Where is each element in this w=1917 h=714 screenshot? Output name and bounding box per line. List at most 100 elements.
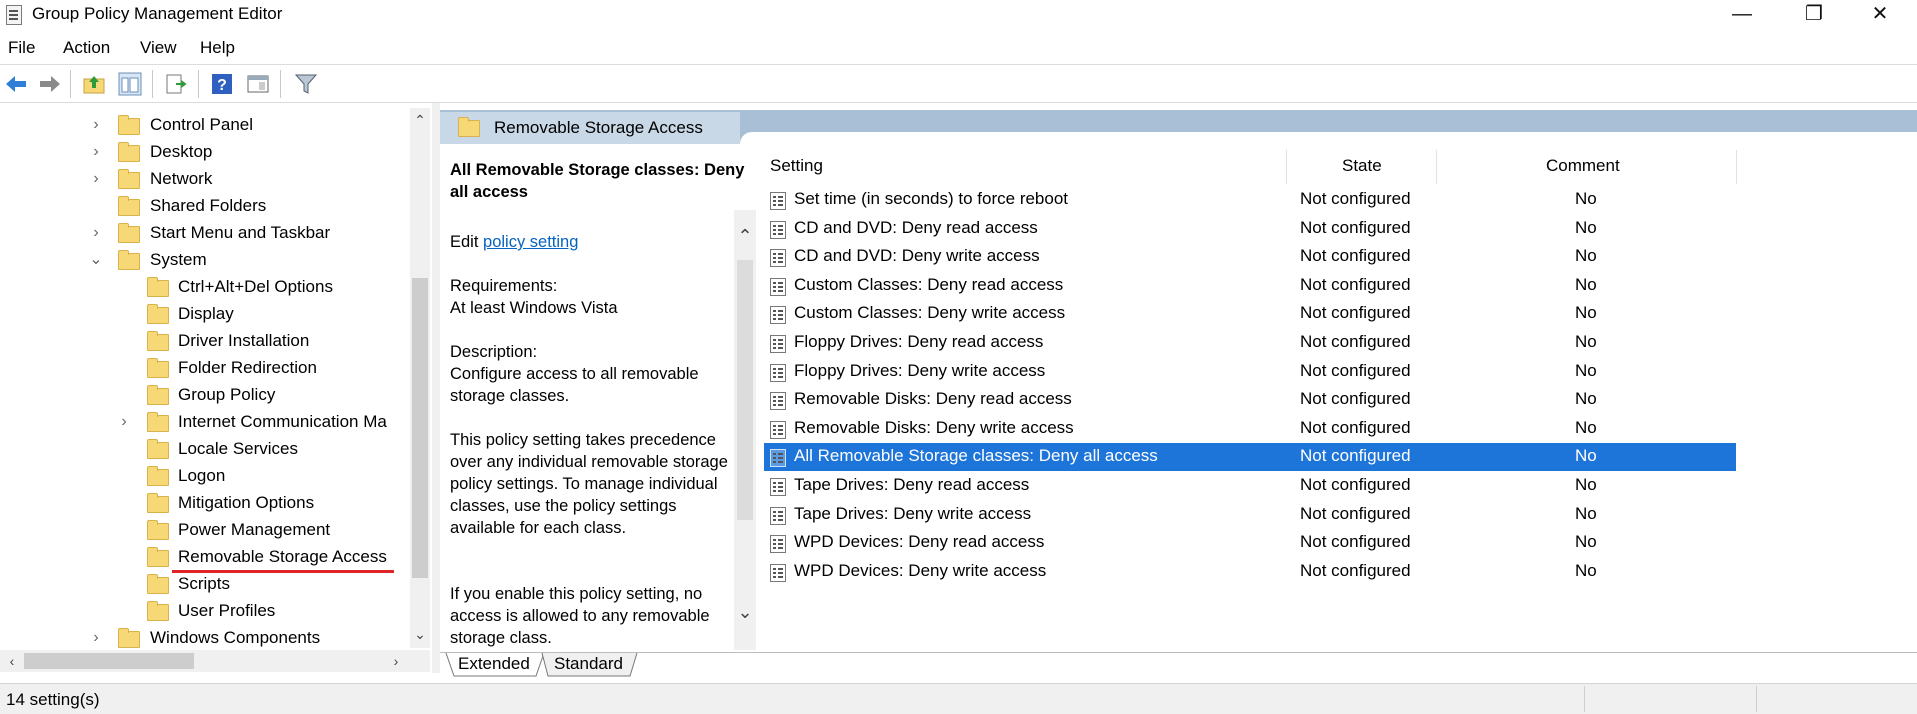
- tree-scroll-thumb[interactable]: [412, 278, 428, 578]
- settings-row[interactable]: Tape Drives: Deny read access Not configu…: [764, 472, 1736, 500]
- settings-row[interactable]: Removable Disks: Deny read access Not con…: [764, 386, 1736, 414]
- settings-row[interactable]: CD and DVD: Deny write access Not configu…: [764, 243, 1736, 271]
- tree-item[interactable]: › Start Menu and Taskbar: [0, 220, 408, 246]
- description-label: Description:: [450, 343, 538, 361]
- edit-policy-setting-link[interactable]: policy setting: [483, 233, 578, 251]
- scroll-right-icon[interactable]: ›: [386, 650, 406, 672]
- setting-name: CD and DVD: Deny write access: [794, 246, 1040, 266]
- folder-icon: [147, 547, 169, 567]
- tab-extended[interactable]: Extended: [458, 653, 530, 675]
- tree-item-label: Group Policy: [178, 385, 276, 404]
- setting-state: Not configured: [1300, 360, 1411, 380]
- scroll-down-icon[interactable]: ⌄: [734, 602, 756, 623]
- column-header-setting[interactable]: Setting: [770, 156, 823, 176]
- chevron-right-icon[interactable]: ›: [88, 220, 104, 246]
- tree-item[interactable]: Locale Services: [0, 436, 408, 462]
- folder-icon: [147, 439, 169, 459]
- settings-row[interactable]: Removable Disks: Deny write access Not co…: [764, 415, 1736, 443]
- settings-row[interactable]: Floppy Drives: Deny write access Not conf…: [764, 358, 1736, 386]
- scroll-up-icon[interactable]: ⌃: [410, 112, 430, 132]
- settings-row[interactable]: Custom Classes: Deny read access Not conf…: [764, 272, 1736, 300]
- settings-row[interactable]: CD and DVD: Deny read access Not configur…: [764, 215, 1736, 243]
- title-bar: [0, 0, 1917, 34]
- show-hide-tree-icon[interactable]: [118, 72, 142, 96]
- tree-item[interactable]: User Profiles: [0, 598, 408, 624]
- chevron-right-icon[interactable]: ›: [88, 166, 104, 192]
- settings-row[interactable]: Custom Classes: Deny write access Not con…: [764, 300, 1736, 328]
- app-icon: [6, 5, 22, 25]
- column-header-state[interactable]: State: [1342, 156, 1382, 176]
- tree-item[interactable]: Folder Redirection: [0, 355, 408, 381]
- settings-row[interactable]: WPD Devices: Deny read access Not configu…: [764, 529, 1736, 557]
- settings-row[interactable]: Tape Drives: Deny write access Not config…: [764, 501, 1736, 529]
- policy-setting-icon: [770, 277, 786, 296]
- tree-item-label: Shared Folders: [150, 196, 267, 215]
- chevron-right-icon[interactable]: ›: [88, 625, 104, 651]
- forward-icon[interactable]: [38, 72, 62, 96]
- setting-comment: No: [1575, 360, 1597, 380]
- scroll-up-icon[interactable]: ⌃: [734, 226, 756, 247]
- tree-item[interactable]: › Windows Components: [0, 625, 408, 651]
- pane-splitter[interactable]: [432, 103, 440, 673]
- tree-item[interactable]: ⌄ System: [0, 247, 408, 273]
- tree-item[interactable]: Shared Folders: [0, 193, 408, 219]
- tree-item[interactable]: Power Management: [0, 517, 408, 543]
- setting-comment: No: [1575, 217, 1597, 237]
- chevron-right-icon[interactable]: ›: [116, 409, 132, 435]
- tree-item-label: Removable Storage Access: [178, 547, 387, 566]
- tree-item[interactable]: Ctrl+Alt+Del Options: [0, 274, 408, 300]
- restore-button[interactable]: ❐: [1786, 0, 1842, 30]
- scroll-down-icon[interactable]: ⌄: [410, 626, 430, 646]
- tree-item[interactable]: › Desktop: [0, 139, 408, 165]
- column-header-comment[interactable]: Comment: [1546, 156, 1620, 176]
- edit-prefix: Edit: [450, 233, 484, 251]
- folder-icon: [118, 142, 140, 162]
- setting-name: Floppy Drives: Deny write access: [794, 360, 1046, 380]
- tree-item[interactable]: Driver Installation: [0, 328, 408, 354]
- back-icon[interactable]: [4, 72, 28, 96]
- column-separator[interactable]: [1286, 150, 1287, 184]
- settings-row-selected[interactable]: All Removable Storage classes: Deny all …: [764, 443, 1736, 472]
- setting-comment: No: [1575, 532, 1597, 552]
- settings-row[interactable]: Floppy Drives: Deny read access Not confi…: [764, 329, 1736, 357]
- tree-item[interactable]: Scripts: [0, 571, 408, 597]
- tree-hscroll-thumb[interactable]: [24, 653, 194, 669]
- column-separator[interactable]: [1736, 150, 1737, 184]
- tree-item[interactable]: › Control Panel: [0, 112, 408, 138]
- column-separator[interactable]: [1436, 150, 1437, 184]
- menu-help[interactable]: Help: [200, 38, 235, 58]
- chevron-right-icon[interactable]: ›: [88, 139, 104, 165]
- folder-icon: [147, 466, 169, 486]
- filter-icon[interactable]: [294, 72, 318, 96]
- scroll-left-icon[interactable]: ‹: [2, 650, 22, 672]
- policy-setting-icon: [770, 563, 786, 582]
- setting-state: Not configured: [1300, 532, 1411, 552]
- tree-item[interactable]: › Network: [0, 166, 408, 192]
- chevron-down-icon[interactable]: ⌄: [88, 247, 104, 273]
- help-icon[interactable]: ?: [210, 72, 234, 96]
- setting-comment: No: [1575, 446, 1597, 466]
- setting-comment: No: [1575, 189, 1597, 208]
- tree-item[interactable]: Logon: [0, 463, 408, 489]
- tree-item[interactable]: Display: [0, 301, 408, 327]
- tree-item[interactable]: Mitigation Options: [0, 490, 408, 516]
- setting-comment: No: [1575, 560, 1597, 580]
- settings-row[interactable]: WPD Devices: Deny write access Not config…: [764, 558, 1736, 586]
- up-folder-icon[interactable]: [82, 72, 106, 96]
- tab-standard[interactable]: Standard: [554, 653, 623, 675]
- setting-comment: No: [1575, 246, 1597, 266]
- tree-item-selected[interactable]: Removable Storage Access: [0, 544, 408, 573]
- tree-item[interactable]: › Internet Communication Ma: [0, 409, 408, 435]
- description-scroll-thumb[interactable]: [737, 260, 753, 520]
- chevron-right-icon[interactable]: ›: [88, 112, 104, 138]
- tree-item[interactable]: Group Policy: [0, 382, 408, 408]
- minimize-button[interactable]: —: [1714, 0, 1770, 30]
- menu-action[interactable]: Action: [63, 38, 110, 58]
- setting-comment: No: [1575, 417, 1597, 437]
- export-list-icon[interactable]: [164, 72, 188, 96]
- settings-row[interactable]: Set time (in seconds) to force reboot Not…: [764, 186, 1736, 214]
- close-button[interactable]: ✕: [1852, 0, 1908, 30]
- menu-file[interactable]: File: [8, 38, 35, 58]
- properties-icon[interactable]: [246, 72, 270, 96]
- menu-view[interactable]: View: [140, 38, 177, 58]
